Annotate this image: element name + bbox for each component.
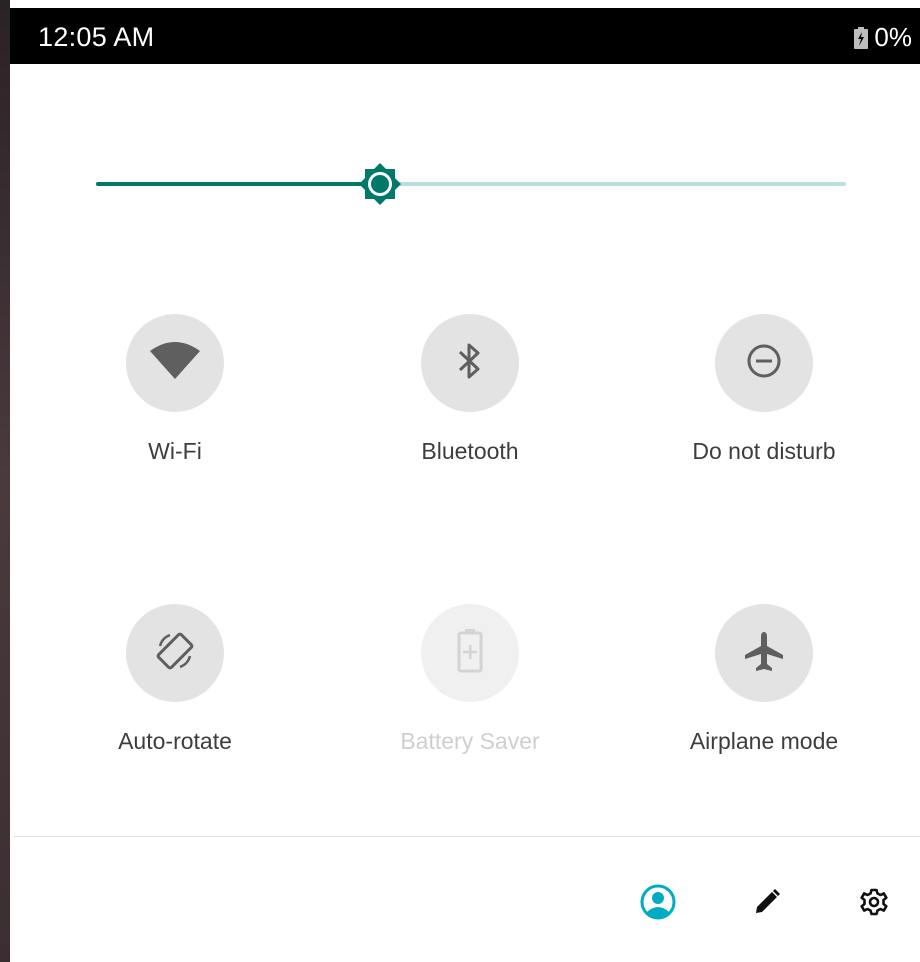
- wallpaper-edge: [0, 0, 10, 962]
- tile-label: Do not disturb: [692, 438, 836, 464]
- battery-saver-icon: [457, 628, 483, 678]
- airplane-icon: [743, 630, 785, 677]
- status-bar: 12:05 AM 0%: [10, 8, 920, 64]
- bluetooth-tile-button[interactable]: [421, 314, 519, 412]
- tile-wifi[interactable]: Wi-Fi: [45, 314, 305, 484]
- status-time: 12:05 AM: [38, 22, 155, 52]
- tile-do-not-disturb[interactable]: Do not disturb: [634, 314, 894, 484]
- battery-charging-icon: [854, 26, 869, 49]
- wifi-tile-button[interactable]: [126, 314, 224, 412]
- status-right: 0%: [854, 22, 912, 53]
- tile-airplane-mode[interactable]: Airplane mode: [634, 604, 894, 774]
- battery-saver-tile-button[interactable]: [421, 604, 519, 702]
- do-not-disturb-icon: [745, 342, 783, 385]
- wifi-icon: [148, 341, 202, 386]
- auto-rotate-icon: [154, 630, 196, 677]
- tile-bluetooth[interactable]: Bluetooth: [340, 314, 600, 484]
- brightness-fill: [96, 182, 380, 186]
- quick-settings-screen: 12:05 AM 0% Wi-Fi Bluetooth Do not distu…: [0, 0, 920, 962]
- dnd-tile-button[interactable]: [715, 314, 813, 412]
- tile-label: Airplane mode: [689, 728, 839, 754]
- tile-label: Battery Saver: [400, 728, 540, 754]
- tile-auto-rotate[interactable]: Auto-rotate: [45, 604, 305, 774]
- auto-rotate-tile-button[interactable]: [126, 604, 224, 702]
- airplane-tile-button[interactable]: [715, 604, 813, 702]
- brightness-icon[interactable]: [354, 158, 406, 210]
- tile-label: Bluetooth: [421, 438, 519, 464]
- top-strip: [0, 0, 920, 8]
- quick-settings-panel: Wi-Fi Bluetooth Do not disturb Auto-rota…: [14, 64, 920, 962]
- footer-divider: [14, 836, 920, 837]
- user-account-icon[interactable]: [638, 882, 678, 922]
- tile-label: Auto-rotate: [118, 728, 232, 754]
- settings-gear-icon[interactable]: [854, 882, 894, 922]
- edit-pencil-icon[interactable]: [747, 882, 787, 922]
- bluetooth-icon: [457, 342, 483, 385]
- brightness-slider[interactable]: [96, 163, 846, 205]
- tile-label: Wi-Fi: [148, 438, 202, 464]
- battery-percent: 0%: [874, 22, 912, 52]
- tile-battery-saver[interactable]: Battery Saver: [340, 604, 600, 774]
